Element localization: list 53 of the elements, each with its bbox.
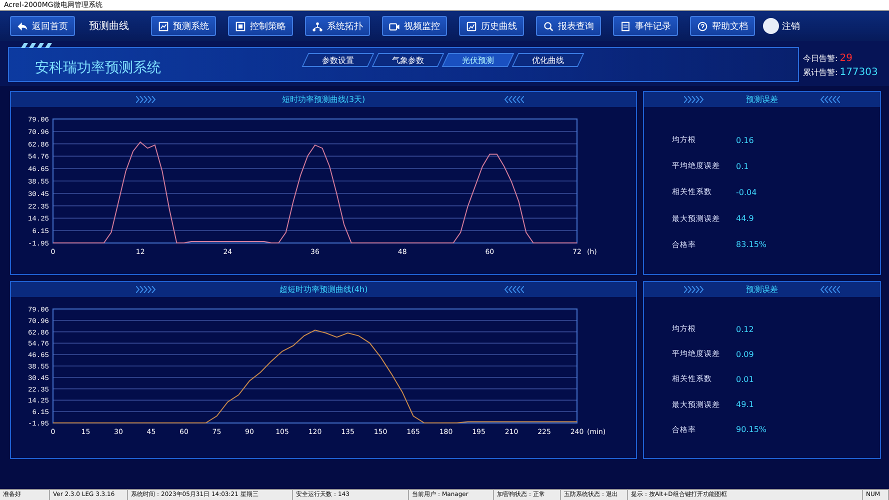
chevrons-icon — [502, 96, 524, 103]
nav-button[interactable]: 帮助文档 — [690, 16, 755, 36]
help-icon — [697, 20, 708, 32]
back-arrow-icon — [17, 20, 28, 32]
nav-button[interactable]: 报表查询 — [536, 16, 601, 36]
metric-value: 0.09 — [736, 350, 754, 359]
metric-value: 0.12 — [736, 324, 754, 334]
panel-title: 预测误差 — [746, 284, 778, 295]
alarm-label: 累计告警: — [803, 67, 838, 78]
nav-button[interactable]: 视频监控 — [382, 16, 447, 36]
chevrons-icon — [136, 96, 158, 103]
metric-value: 0.1 — [736, 162, 749, 171]
chevrons-icon — [502, 286, 524, 293]
metric-value: 83.15% — [736, 240, 767, 250]
panel-title: 短时功率预测曲线(3天) — [282, 94, 366, 105]
page-title: 预测曲线 — [89, 20, 129, 33]
square-icon — [235, 20, 246, 32]
back-home-button[interactable]: 返回首页 — [10, 16, 75, 36]
chevrons-icon — [684, 286, 706, 293]
chart-icon — [158, 20, 169, 32]
avatar-icon — [763, 18, 779, 34]
nav-button[interactable]: 控制策略 — [228, 16, 293, 36]
alarm-count: 29 — [840, 53, 852, 64]
metric-value: 0.16 — [736, 136, 754, 145]
search-icon — [543, 20, 554, 32]
line-chart-icon — [466, 20, 477, 32]
tab[interactable]: 优化曲线 — [512, 52, 584, 66]
metric-value: -0.04 — [736, 188, 757, 197]
tab[interactable]: 光伏预测 — [442, 52, 514, 66]
alarm-count: 177303 — [840, 67, 878, 78]
system-title: 安科瑞功率预测系统 — [35, 58, 162, 76]
metric-value: 49.1 — [736, 400, 754, 410]
metric-value: 0.01 — [736, 374, 754, 384]
nav-button[interactable]: 事件记录 — [613, 16, 678, 36]
panel-title: 超短时功率预测曲线(4h) — [279, 284, 368, 295]
stripes-icon — [19, 43, 55, 48]
camera-icon — [389, 20, 400, 32]
chevrons-icon — [684, 96, 706, 103]
chevrons-icon — [818, 286, 840, 293]
nav-button[interactable]: 历史曲线 — [459, 16, 524, 36]
nav-button[interactable]: 系统拓扑 — [305, 16, 370, 36]
nav-button[interactable]: 预测系统 — [151, 16, 216, 36]
tab[interactable]: 参数设置 — [302, 52, 374, 66]
metric-value: 44.9 — [736, 214, 754, 224]
document-icon — [620, 20, 631, 32]
network-icon — [312, 20, 323, 32]
chevrons-icon — [136, 286, 158, 293]
panel-title: 预测误差 — [746, 94, 778, 105]
alarm-label: 今日告警: — [803, 53, 838, 64]
metric-value: 90.15% — [736, 425, 767, 434]
chevrons-icon — [818, 96, 840, 103]
tab[interactable]: 气象参数 — [372, 52, 444, 66]
logout-button[interactable]: 注销 — [763, 16, 800, 36]
